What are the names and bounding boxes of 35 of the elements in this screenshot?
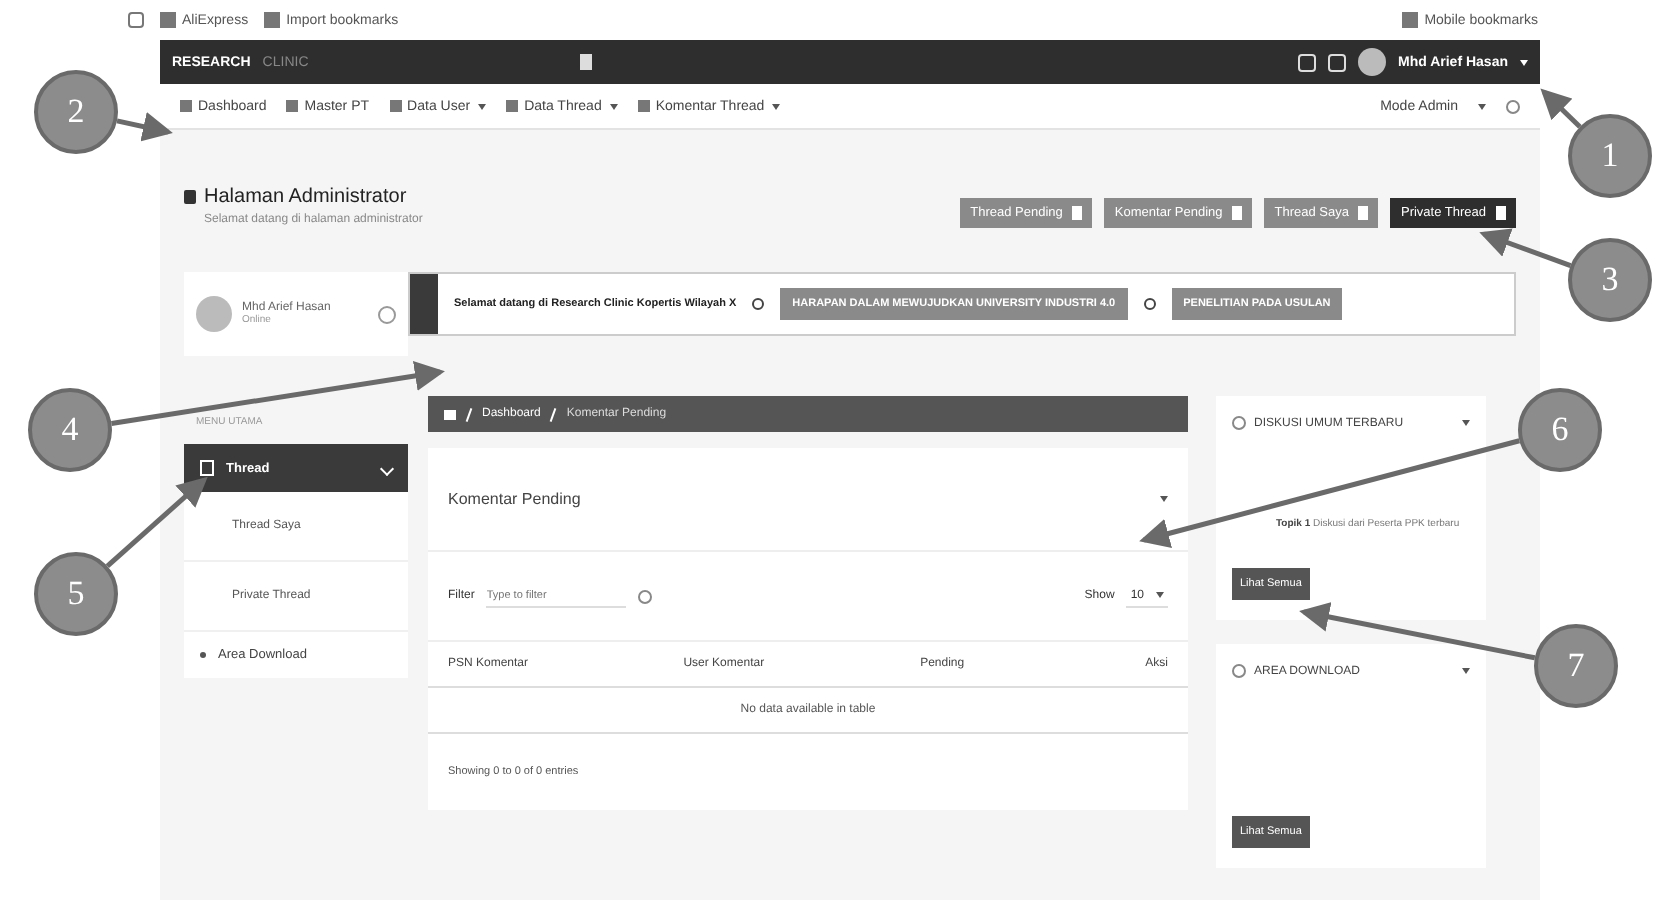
caret-icon[interactable] <box>772 103 781 109</box>
nav-icon <box>180 100 192 112</box>
nav-icon <box>286 100 299 112</box>
callout-number: 3 <box>1568 238 1652 322</box>
callout-number: 2 <box>34 70 118 154</box>
menu-icon[interactable] <box>580 54 593 70</box>
folder-icon <box>1402 12 1419 28</box>
callout-arrow <box>1540 88 1582 129</box>
caret-icon[interactable] <box>1160 496 1168 502</box>
callout-arrow <box>105 476 208 568</box>
info-icon <box>410 274 438 334</box>
callout-number: 1 <box>1568 114 1652 198</box>
callout-number: 6 <box>1518 388 1602 472</box>
separator-icon <box>465 407 473 421</box>
caret-icon[interactable] <box>1462 420 1470 426</box>
lock-icon <box>184 190 196 204</box>
callout-arrow <box>1479 228 1572 268</box>
callout-arrow <box>116 112 173 142</box>
caret-icon[interactable] <box>1478 103 1486 109</box>
card-title: Komentar Pending <box>448 490 581 508</box>
page-title: Halaman Administrator <box>204 186 407 208</box>
nav-icon <box>506 100 519 112</box>
bookmark-icon <box>160 12 176 28</box>
callout-number: 7 <box>1534 624 1618 708</box>
avatar-icon <box>1358 48 1387 76</box>
callout-number: 4 <box>28 388 112 472</box>
nav-icon <box>637 100 650 112</box>
caret-icon[interactable] <box>478 103 487 109</box>
caret-icon[interactable] <box>1462 668 1470 674</box>
bookmark-icon <box>264 12 281 28</box>
avatar-icon <box>196 296 232 332</box>
callout-number: 5 <box>34 552 118 636</box>
nav-icon <box>389 100 402 112</box>
separator-icon <box>550 407 558 421</box>
caret-icon[interactable] <box>609 103 618 109</box>
